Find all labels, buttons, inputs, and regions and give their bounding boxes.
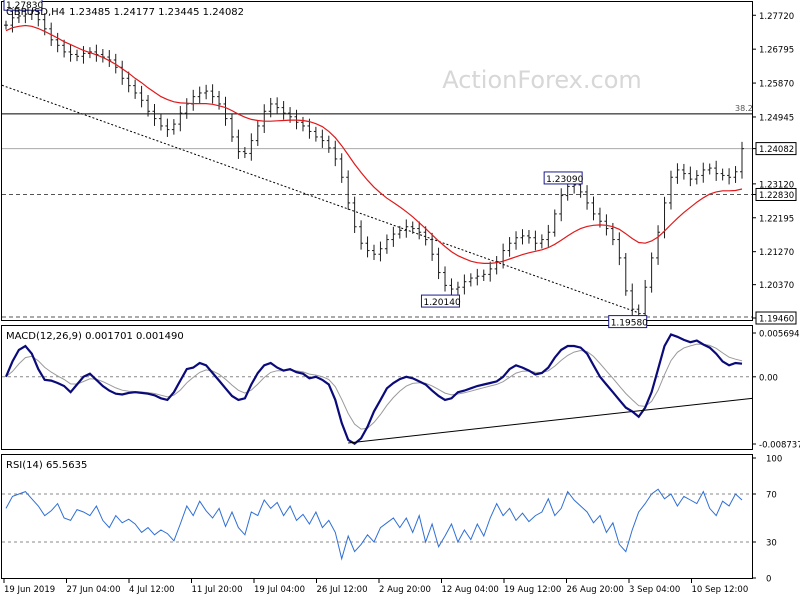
macd-axis-tick: -0.008737: [752, 441, 800, 451]
rsi-axis-label: 0: [766, 575, 771, 585]
price-axis-label: 1.20370: [759, 281, 794, 291]
time-axis-tick: 19 Aug 12:00: [503, 579, 561, 595]
time-axis-tick: 19 Jul 04:00: [253, 579, 305, 595]
price-axis-tick: 1.22830: [752, 187, 797, 201]
macd-axis-label: 0.00: [759, 373, 778, 383]
price-axis-tick: 1.19460: [752, 311, 797, 325]
price-axis-label: 1.25870: [759, 80, 794, 90]
time-axis-label: 19 Jul 04:00: [254, 585, 305, 595]
time-axis-tick: 27 Jun 04:00: [66, 579, 121, 595]
time-axis-label: 4 Jul 12:00: [129, 585, 175, 595]
rsi-axis-label: 70: [766, 491, 777, 501]
time-axis-label: 19 Aug 12:00: [504, 585, 561, 595]
time-axis-tick: 3 Sep 04:00: [628, 579, 680, 595]
time-axis-label: 26 Jul 12:00: [317, 585, 368, 595]
time-axis-tick: 2 Aug 20:00: [378, 579, 431, 595]
rsi-axis-label: 30: [766, 539, 777, 549]
time-axis-label: 2 Aug 20:00: [379, 585, 431, 595]
rsi-axis-label: 100: [766, 455, 782, 465]
price-annotation: 1.20140: [420, 294, 461, 308]
price-axis-label: 1.22830: [759, 191, 794, 201]
rsi-axis-tick: 30: [752, 539, 777, 549]
macd-axis-tick: 0.005694: [752, 330, 800, 340]
price-axis-tick: 1.21270: [752, 248, 794, 258]
time-axis-label: 10 Sep 12:00: [692, 585, 749, 595]
price-axis-label: 1.19460: [759, 315, 794, 325]
time-axis-tick: 4 Jul 12:00: [128, 579, 175, 595]
price-axis-label: 1.27720: [759, 12, 794, 22]
time-axis-label: 26 Aug 20:00: [567, 585, 624, 595]
price-annotation-label: 1.19580: [611, 319, 648, 329]
time-axis: 19 Jun 2019 27 Jun 04:00 4 Jul 12:00 11 Jul…: [3, 579, 749, 595]
time-axis-label: 11 Jul 20:00: [192, 585, 243, 595]
price-axis-tick: 1.25870: [752, 80, 794, 90]
time-axis-tick: 11 Jul 20:00: [191, 579, 243, 595]
price-axis-tick: 1.24945: [752, 113, 794, 123]
price-axis-tick: 1.22195: [752, 214, 794, 224]
macd-title: MACD(12,26,9) 0.001701 0.001490: [6, 331, 184, 342]
price-axis-tick: 1.24082: [752, 142, 797, 156]
time-axis-label: 12 Aug 04:00: [442, 585, 499, 595]
price-axis-tick: 1.20370: [752, 281, 794, 291]
macd-axis-label: 0.005694: [759, 330, 800, 340]
price-annotation: 1.19580: [608, 315, 648, 329]
price-axis-label: 1.24945: [759, 113, 794, 123]
time-axis-label: 3 Sep 04:00: [629, 585, 680, 595]
price-axis-tick: 1.26795: [752, 46, 794, 56]
price-annotation-label: 1.20140: [423, 298, 460, 308]
macd-axis-label: -0.008737: [759, 441, 800, 451]
price-annotation: 1.23090: [543, 171, 584, 185]
rsi-title: RSI(14) 65.5635: [6, 460, 87, 471]
price-panel-frame: [1, 1, 753, 321]
fib-level-label: 38.2: [735, 104, 753, 113]
price-annotation-label: 1.23090: [546, 175, 583, 185]
rsi-axis-tick: 0: [752, 575, 771, 585]
time-axis-tick: 19 Jun 2019: [3, 579, 55, 595]
time-axis-tick: 26 Aug 20:00: [566, 579, 624, 595]
time-axis-tick: 26 Jul 12:00: [316, 579, 368, 595]
price-axis-label: 1.26795: [759, 46, 794, 56]
price-axis-label: 1.22195: [759, 214, 794, 224]
macd-axis-tick: 0.00: [752, 373, 778, 383]
watermark: ActionForex.com: [442, 66, 642, 94]
time-axis-tick: 10 Sep 12:00: [691, 579, 749, 595]
price-title: GBPUSD,H4 1.23485 1.24177 1.23445 1.24082: [6, 7, 244, 18]
chart-canvas: ActionForex.com 38.2 1.278301.230901.201…: [1, 0, 800, 595]
price-axis: 1.277201.267951.258701.249451.240821.231…: [752, 12, 797, 325]
price-axis-tick: 1.27720: [752, 12, 794, 22]
rsi-panel-frame: [1, 454, 753, 579]
time-axis-tick: 12 Aug 04:00: [441, 579, 499, 595]
time-axis-label: 27 Jun 04:00: [67, 585, 121, 595]
price-axis-label: 1.21270: [759, 248, 794, 258]
rsi-axis-tick: 100: [752, 455, 782, 465]
price-axis-label: 1.24082: [759, 145, 794, 155]
time-axis-label: 19 Jun 2019: [4, 585, 55, 595]
rsi-axis-tick: 70: [752, 491, 777, 501]
